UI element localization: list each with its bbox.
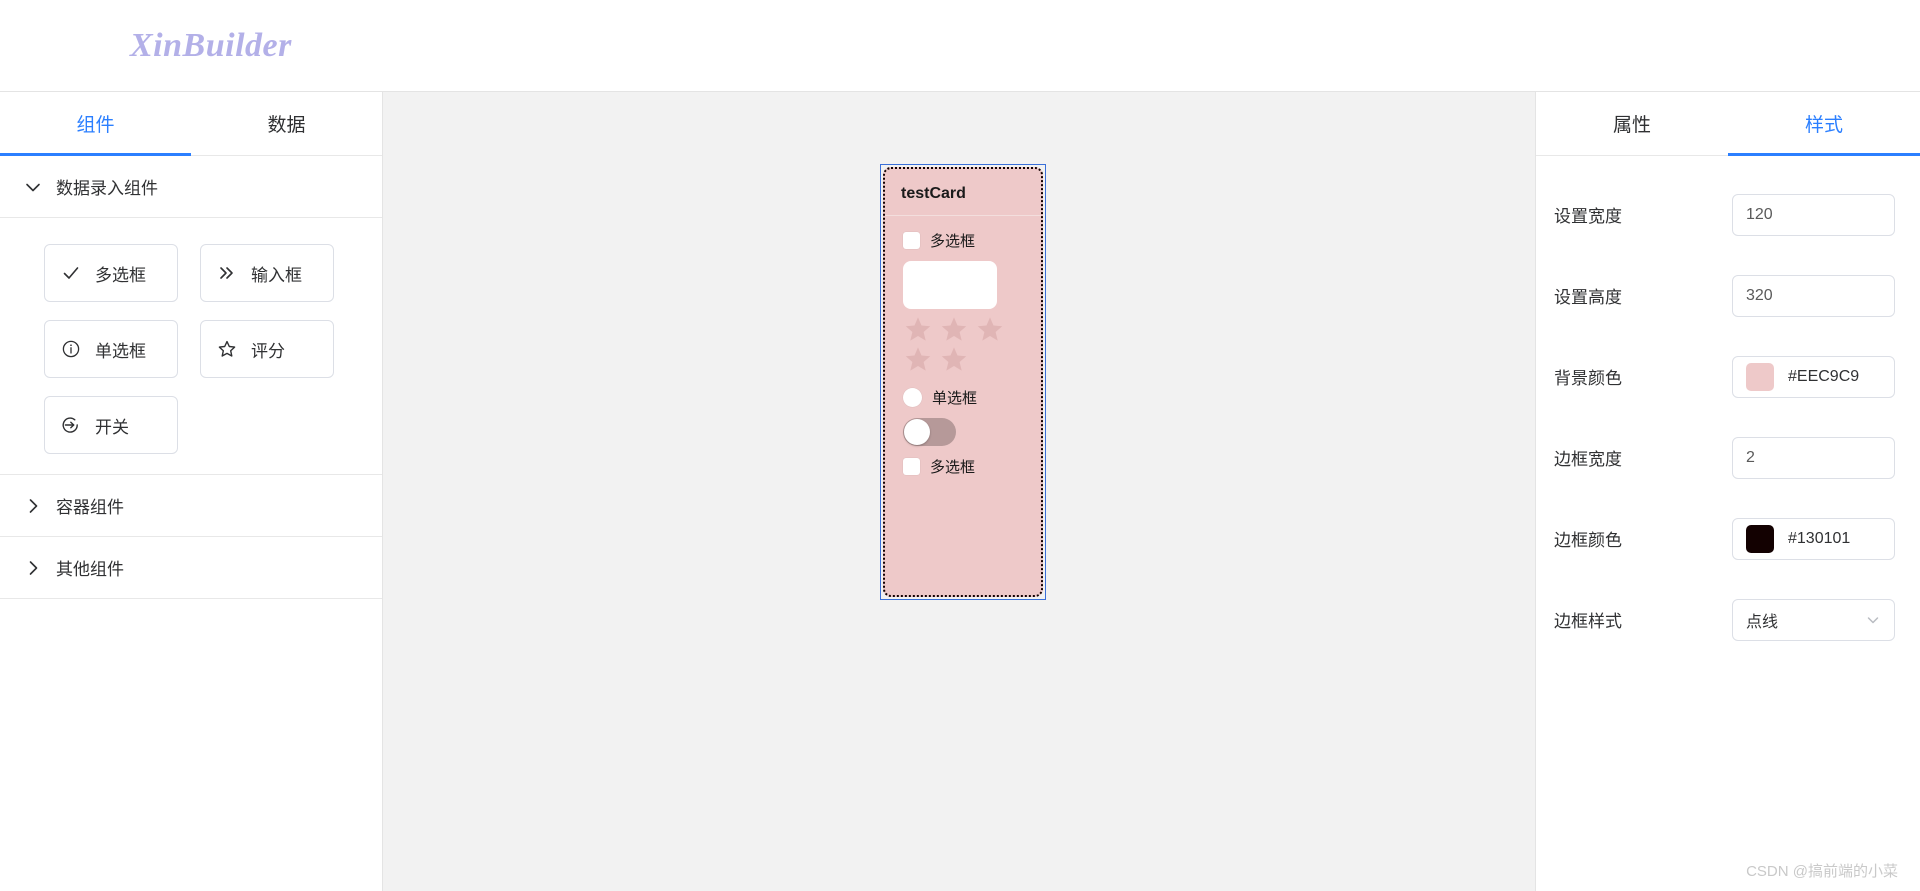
border-width-input[interactable]: 2 (1732, 436, 1895, 479)
tab-data-label: 数据 (267, 115, 306, 136)
accordion-header-data-entry[interactable]: 数据录入组件 (0, 156, 382, 218)
star-icon (217, 339, 237, 359)
accordion-header-other[interactable]: 其他组件 (0, 537, 382, 599)
card-text-input[interactable] (903, 261, 997, 309)
arrow-into-circle-icon (61, 415, 81, 435)
test-card[interactable]: testCard 多选框 单选框 多选框 (883, 167, 1043, 597)
switch-knob (904, 419, 930, 445)
card-checkbox-2-label: 多选框 (930, 459, 976, 476)
card-header: testCard (885, 169, 1041, 216)
card-radio-1[interactable]: 单选框 (903, 387, 1041, 408)
background-color-swatch[interactable] (1746, 362, 1774, 391)
accordion-title-container: 容器组件 (56, 498, 124, 517)
top-bar: XinBuilder (0, 0, 1920, 92)
component-palette: 多选框 输入框 单选框 评分 开关 (0, 218, 382, 475)
tab-style[interactable]: 样式 (1728, 92, 1920, 156)
star-icon[interactable] (903, 315, 933, 343)
component-button-rating-label: 评分 (251, 341, 285, 361)
property-label-border-style: 边框样式 (1554, 612, 1622, 631)
border-style-select[interactable]: 点线 (1732, 598, 1895, 641)
property-label-height: 设置高度 (1554, 288, 1622, 307)
accordion-header-container[interactable]: 容器组件 (0, 475, 382, 537)
card-selection-frame[interactable]: testCard 多选框 单选框 多选框 (880, 164, 1046, 600)
app-root: XinBuilder 组件 数据 数据录入组件 多选框 输入框 单选框 评分 开… (0, 0, 1920, 891)
sidebar-tabbar: 组件 数据 (0, 92, 382, 156)
design-canvas[interactable]: testCard 多选框 单选框 多选框 (383, 92, 1535, 891)
body-row: 组件 数据 数据录入组件 多选框 输入框 单选框 评分 开关 容器组件 其他组件… (0, 92, 1920, 891)
property-row-border-style: 边框样式 点线 (1536, 579, 1920, 660)
card-body: 多选框 单选框 多选框 (885, 216, 1041, 477)
height-input[interactable]: 320 (1732, 274, 1895, 317)
property-row-border-color: 边框颜色 #130101 (1536, 498, 1920, 579)
app-logo: XinBuilder (130, 26, 292, 64)
component-button-input-label: 输入框 (251, 265, 302, 285)
component-button-input[interactable]: 输入框 (200, 244, 334, 302)
property-row-width: 设置宽度 120 (1536, 174, 1920, 255)
component-button-rating[interactable]: 评分 (200, 320, 334, 378)
chevron-down-icon (1865, 612, 1881, 628)
component-sidebar: 组件 数据 数据录入组件 多选框 输入框 单选框 评分 开关 容器组件 其他组件 (0, 92, 383, 891)
tab-attributes[interactable]: 属性 (1536, 92, 1728, 155)
property-label-border-width: 边框宽度 (1554, 450, 1622, 469)
chevron-down-icon (22, 176, 44, 198)
border-color-swatch[interactable] (1746, 524, 1774, 553)
border-color-picker[interactable]: #130101 (1732, 517, 1895, 560)
border-color-hex: #130101 (1788, 529, 1851, 547)
tab-data[interactable]: 数据 (191, 92, 382, 155)
tab-style-label: 样式 (1804, 115, 1843, 136)
star-icon[interactable] (939, 315, 969, 343)
width-input-value: 120 (1746, 205, 1773, 223)
component-button-switch[interactable]: 开关 (44, 396, 178, 454)
component-button-switch-label: 开关 (95, 417, 129, 437)
property-row-background-color: 背景颜色 #EEC9C9 (1536, 336, 1920, 417)
star-icon[interactable] (975, 315, 1005, 343)
property-label-background-color: 背景颜色 (1554, 369, 1622, 388)
properties-tabbar: 属性 样式 (1536, 92, 1920, 156)
double-chevron-right-icon (217, 263, 237, 283)
background-color-picker[interactable]: #EEC9C9 (1732, 355, 1895, 398)
card-title: testCard (901, 185, 966, 202)
card-rating[interactable] (903, 315, 1015, 373)
radio-circle-icon[interactable] (903, 388, 922, 407)
checkbox-box-icon[interactable] (903, 232, 920, 249)
accordion-title-other: 其他组件 (56, 560, 124, 579)
check-icon (61, 263, 81, 283)
border-style-select-value: 点线 (1746, 613, 1779, 631)
tab-components[interactable]: 组件 (0, 92, 191, 156)
component-button-radio[interactable]: 单选框 (44, 320, 178, 378)
component-button-radio-label: 单选框 (95, 341, 146, 361)
star-icon[interactable] (903, 345, 933, 373)
card-radio-1-label: 单选框 (932, 390, 978, 407)
height-input-value: 320 (1746, 286, 1773, 304)
accordion-title-data-entry: 数据录入组件 (56, 179, 158, 198)
component-button-checkbox-label: 多选框 (95, 265, 146, 285)
properties-panel: 属性 样式 设置宽度 120 设置高度 320 背景颜色 #EEC9C9 边框宽… (1535, 92, 1920, 891)
info-circle-icon (61, 339, 81, 359)
component-button-checkbox[interactable]: 多选框 (44, 244, 178, 302)
property-row-height: 设置高度 320 (1536, 255, 1920, 336)
chevron-right-icon (22, 557, 44, 579)
property-label-width: 设置宽度 (1554, 207, 1622, 226)
width-input[interactable]: 120 (1732, 193, 1895, 236)
card-switch[interactable] (903, 418, 956, 446)
card-checkbox-1[interactable]: 多选框 (903, 230, 1041, 251)
card-checkbox-2[interactable]: 多选框 (903, 456, 1041, 477)
style-property-list: 设置宽度 120 设置高度 320 背景颜色 #EEC9C9 边框宽度 2 边框… (1536, 156, 1920, 660)
background-color-hex: #EEC9C9 (1788, 367, 1860, 385)
tab-components-label: 组件 (76, 115, 115, 136)
tab-attributes-label: 属性 (1612, 115, 1651, 136)
chevron-right-icon (22, 495, 44, 517)
star-icon[interactable] (939, 345, 969, 373)
border-width-input-value: 2 (1746, 448, 1755, 466)
property-label-border-color: 边框颜色 (1554, 531, 1622, 550)
property-row-border-width: 边框宽度 2 (1536, 417, 1920, 498)
card-checkbox-1-label: 多选框 (930, 233, 976, 250)
checkbox-box-icon[interactable] (903, 458, 920, 475)
